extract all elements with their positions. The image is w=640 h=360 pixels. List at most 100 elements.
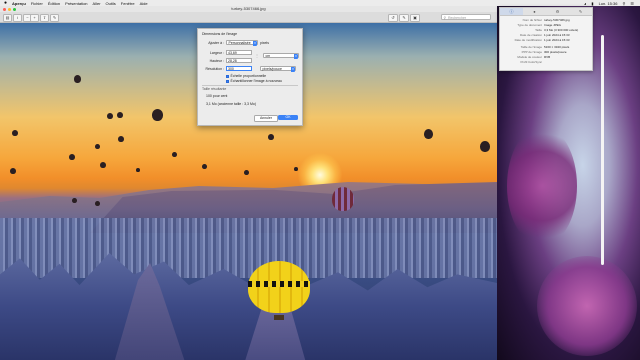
height-label: Hauteur : [209, 58, 224, 63]
info-icon[interactable]: i [13, 14, 22, 22]
sidebar-toggle-icon[interactable]: ▤ [3, 14, 12, 22]
balloon [294, 167, 298, 171]
balloon [74, 75, 81, 83]
info-value: 1 juin 2024 à 15:33 [544, 38, 570, 42]
keywords-icon[interactable]: ⚙ [546, 8, 569, 15]
resolution-label: Résolution : [205, 66, 224, 71]
menu-tools[interactable]: Outils [106, 1, 116, 6]
balloon [107, 113, 113, 119]
info-key: Type de document [517, 23, 542, 27]
info-key: Modèle de couleur [517, 55, 542, 59]
toolbar: ▤ i − + ⇧ ✎ ↺ ✎ ▣ ⚲ Rechercher [0, 12, 497, 23]
units-value: cm [265, 54, 271, 58]
menu-go[interactable]: Aller [93, 1, 101, 6]
resolution-field[interactable]: 300 [226, 66, 252, 71]
share-icon[interactable]: ⇧ [40, 14, 49, 22]
inspector-panel: ⓘ ● ⚙ ✎ Nom de fichier turkey-5307466.jpg… [499, 7, 593, 71]
scrollbar[interactable] [601, 35, 604, 265]
wifi-icon[interactable]: ◕ [584, 1, 586, 6]
info-value: turkey-5307466.jpg [544, 18, 570, 22]
markup-toolbar-icon[interactable]: ✎ [399, 14, 409, 22]
general-info-icon[interactable]: ⓘ [500, 8, 523, 15]
battery-icon[interactable]: ▮ [591, 1, 593, 6]
rotate-icon[interactable]: ↺ [388, 14, 398, 22]
balloon [100, 162, 106, 168]
chevron-down-icon: ▾ [253, 41, 257, 46]
balloon-basket [274, 315, 284, 320]
crop-icon[interactable]: ▣ [410, 14, 420, 22]
balloon [244, 170, 249, 175]
ok-button[interactable]: OK [278, 115, 298, 120]
control-center-icon[interactable]: ☰ [630, 1, 634, 6]
proportional-label: Échelle proportionnelle [230, 74, 267, 78]
clock[interactable]: Lun. 15:36 [599, 1, 618, 6]
balloon [136, 168, 140, 172]
result-size: 3,1 Mo (ancienne taille : 3,3 Mo) [206, 102, 256, 106]
height-field[interactable]: 28,28 [226, 58, 252, 63]
proportional-checkbox-row[interactable]: Échelle proportionnelle [226, 74, 266, 78]
fit-unit: pixels [260, 40, 269, 45]
adjust-size-dialog: Dimensions de l'image Ajuster à : Person… [197, 28, 303, 126]
balloon [118, 136, 124, 142]
window-controls [3, 7, 16, 11]
balloon [95, 144, 100, 149]
info-value: 5160 × 3340 pixels [544, 45, 570, 49]
cancel-button[interactable]: Annuler [254, 115, 278, 122]
dialog-section-title: Dimensions de l'image [202, 32, 238, 36]
search-input[interactable]: ⚲ Rechercher [441, 14, 491, 20]
balloon [10, 168, 16, 174]
fit-value: Personnalisée [228, 41, 251, 45]
width-label: Largeur : [209, 50, 224, 55]
units-popup[interactable]: cm ▾ [263, 53, 299, 59]
menu-view[interactable]: Présentation [65, 1, 87, 6]
inspector-tabs: ⓘ ● ⚙ ✎ [500, 8, 592, 16]
minimize-button[interactable] [8, 7, 11, 11]
resample-checkbox-row[interactable]: Échantillonner l'image à nouveau [226, 79, 282, 83]
menu-app[interactable]: Aperçu [12, 1, 26, 6]
yellow-balloon [248, 261, 310, 320]
info-key: Profil ColorSync [520, 60, 542, 64]
more-info-icon[interactable]: ● [523, 8, 546, 15]
proportional-checkbox[interactable] [226, 74, 229, 78]
menu-file[interactable]: Fichier [31, 1, 43, 6]
info-value: 300 pixels/pouce [544, 50, 567, 54]
zoom-in-icon[interactable]: + [30, 14, 39, 22]
annotations-icon[interactable]: ✎ [569, 8, 592, 15]
info-value: 1 juin 2024 à 15:33 [544, 33, 570, 37]
balloon [72, 198, 77, 203]
info-value: 3,3 Mo (3 300 000 octets) [544, 28, 579, 32]
result-title: Taille résultante [202, 87, 227, 91]
menu-window[interactable]: Fenêtre [121, 1, 135, 6]
balloon [152, 109, 163, 121]
menu-edit[interactable]: Édition [48, 1, 60, 6]
balloon-band [248, 281, 310, 287]
balloon [172, 152, 177, 157]
close-button[interactable] [3, 7, 6, 11]
fit-label: Ajuster à : [208, 40, 224, 45]
info-key: Taille de l'image [520, 45, 542, 49]
resample-checkbox[interactable] [226, 79, 229, 83]
info-key: Date de création [519, 33, 542, 37]
result-percent: 100 pour cent [206, 94, 228, 98]
info-key: Date de modification [514, 38, 542, 42]
width-field[interactable]: 43,69 [226, 50, 252, 55]
chevron-down-icon: ▾ [291, 67, 295, 72]
markup-icon[interactable]: ✎ [50, 14, 59, 22]
search-placeholder: Rechercher [448, 16, 467, 20]
resolution-unit-popup[interactable]: pixels/pouce ▾ [260, 66, 296, 72]
balloon [69, 154, 75, 160]
chevron-down-icon: ▾ [294, 54, 298, 59]
search-icon: ⚲ [443, 16, 447, 20]
fit-popup[interactable]: Personnalisée ▾ [226, 40, 258, 46]
balloon [268, 134, 274, 140]
info-key: Taille [535, 28, 542, 32]
spotlight-icon[interactable]: ⚲ [622, 1, 625, 6]
landscape-town [0, 218, 497, 278]
info-key: PPP de l'image [521, 50, 542, 54]
resolution-unit: pixels/pouce [262, 67, 282, 71]
link-icon[interactable]: ⋮ [255, 53, 259, 58]
info-value: RVB [544, 55, 551, 59]
menu-help[interactable]: Aide [140, 1, 148, 6]
balloon [424, 129, 433, 139]
zoom-button[interactable] [13, 7, 16, 11]
